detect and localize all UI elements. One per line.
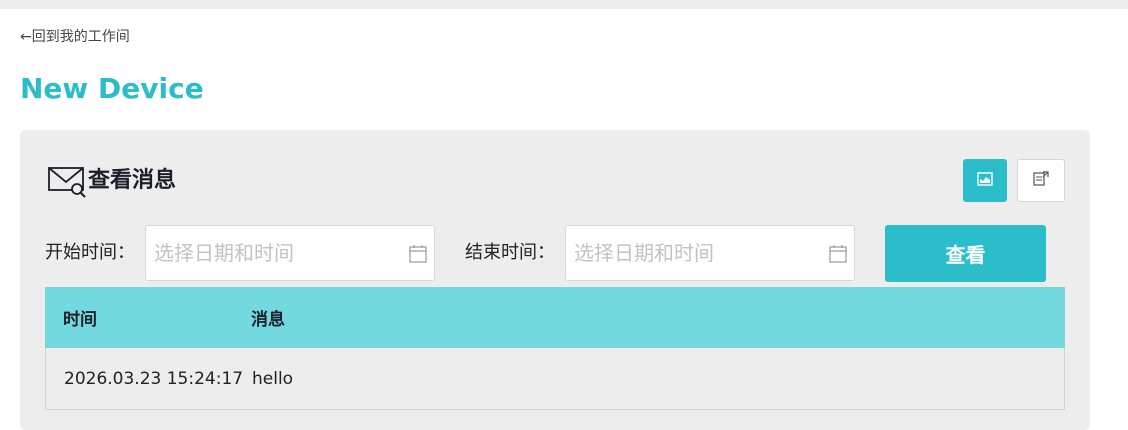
mail-search-icon	[48, 164, 88, 198]
end-time-input[interactable]	[565, 225, 855, 281]
cell-message: hello	[252, 368, 294, 389]
column-header-time: 时间	[63, 310, 97, 330]
end-time-field[interactable]	[574, 241, 814, 265]
panel-title: 查看消息	[88, 168, 177, 193]
end-time-label: 结束时间：	[465, 242, 555, 263]
top-bar	[0, 0, 1128, 9]
table-header-row: 时间 消息	[45, 287, 1065, 348]
messages-panel: 查看消息 开始时间： 选择日期和时间 结束时间： 选择日期和时间 查看 时间 消…	[20, 130, 1090, 430]
calendar-icon	[828, 244, 848, 264]
calendar-icon	[408, 244, 428, 264]
export-icon	[1032, 170, 1050, 192]
back-to-workspace-link[interactable]: ←回到我的工作间	[20, 27, 130, 47]
table-row[interactable]: 2026.03.23 15:24:17 hello	[45, 348, 1065, 410]
search-button[interactable]: 查看	[885, 225, 1046, 282]
page-title: New Device	[20, 72, 204, 105]
export-button[interactable]	[1017, 159, 1065, 202]
start-time-field[interactable]	[154, 241, 394, 265]
panel-header: 查看消息	[48, 164, 176, 198]
column-header-message: 消息	[251, 310, 285, 330]
chart-button[interactable]	[963, 159, 1007, 202]
messages-table: 时间 消息 2026.03.23 15:24:17 hello	[45, 287, 1065, 410]
start-time-input[interactable]	[145, 225, 435, 281]
start-time-label: 开始时间：	[45, 242, 135, 263]
chart-icon	[977, 171, 993, 191]
cell-time: 2026.03.23 15:24:17	[64, 368, 244, 389]
